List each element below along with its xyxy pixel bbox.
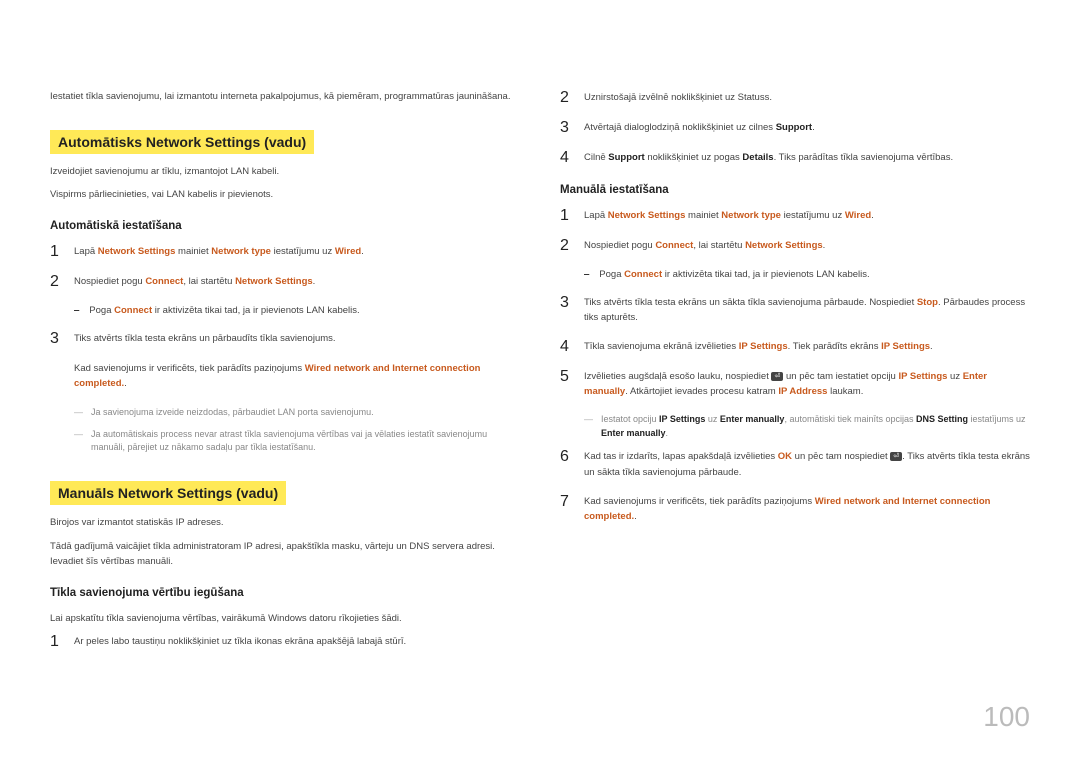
get-values-desc: Lai apskatītu tīkla savienojuma vērtības… bbox=[50, 611, 520, 626]
manual-steps-list-cont2: 6 Kad tas ir izdarīts, lapas apakšdaļā i… bbox=[560, 449, 1030, 524]
heading-auto: Automātisks Network Settings (vadu) bbox=[50, 130, 314, 154]
step-number: 1 bbox=[560, 208, 572, 224]
manual-steps-list: 1 Lapā Network Settings mainiet Network … bbox=[560, 208, 1030, 254]
step-body: Lapā Network Settings mainiet Network ty… bbox=[74, 244, 520, 259]
step-body: Nospiediet pogu Connect, lai startētu Ne… bbox=[74, 274, 520, 289]
step-number: 4 bbox=[560, 150, 572, 166]
step-body: Tiks atvērts tīkla testa ekrāns un pārba… bbox=[74, 331, 520, 392]
step-number: 2 bbox=[560, 238, 572, 254]
step-number: 3 bbox=[560, 295, 572, 311]
heading-manual: Manuāls Network Settings (vadu) bbox=[50, 481, 286, 505]
intro-text: Iestatiet tīkla savienojumu, lai izmanto… bbox=[50, 90, 520, 105]
right-column: 2 Uznirstošajā izvēlnē noklikšķiniet uz … bbox=[560, 90, 1030, 664]
step-number: 5 bbox=[560, 369, 572, 385]
step-body: Tiks atvērts tīkla testa ekrāns un sākta… bbox=[584, 295, 1030, 325]
step-number: 2 bbox=[560, 90, 572, 106]
auto-desc-1: Izveidojiet savienojumu ar tīklu, izmant… bbox=[50, 164, 520, 179]
step-body: Ar peles labo taustiņu noklikšķiniet uz … bbox=[74, 634, 520, 649]
auto-steps-list: 1 Lapā Network Settings mainiet Network … bbox=[50, 244, 520, 290]
step-number: 1 bbox=[50, 634, 62, 650]
step-body: Lapā Network Settings mainiet Network ty… bbox=[584, 208, 1030, 223]
step-body: Kad tas ir izdarīts, lapas apakšdaļā izv… bbox=[584, 449, 1030, 479]
get-values-steps: 1 Ar peles labo taustiņu noklikšķiniet u… bbox=[50, 634, 520, 650]
footnote: ―Ja savienojuma izveide neizdodas, pārba… bbox=[74, 406, 520, 420]
step-body: Uznirstošajā izvēlnē noklikšķiniet uz St… bbox=[584, 90, 1030, 105]
auto-steps-list-cont: 3 Tiks atvērts tīkla testa ekrāns un pār… bbox=[50, 331, 520, 392]
manual-desc-2: Tādā gadījumā vaicājiet tīkla administra… bbox=[50, 539, 520, 569]
get-values-steps-cont: 2 Uznirstošajā izvēlnē noklikšķiniet uz … bbox=[560, 90, 1030, 166]
step-number: 3 bbox=[560, 120, 572, 136]
step-number: 7 bbox=[560, 494, 572, 510]
enter-key-icon: ⏎ bbox=[890, 452, 902, 461]
manual-desc-1: Birojos var izmantot statiskās IP adrese… bbox=[50, 515, 520, 530]
step-number: 3 bbox=[50, 331, 62, 347]
step-body: Cilnē Support noklikšķiniet uz pogas Det… bbox=[584, 150, 1030, 165]
left-column: Iestatiet tīkla savienojumu, lai izmanto… bbox=[50, 90, 520, 664]
step-body: Izvēlieties augšdaļā esošo lauku, nospie… bbox=[584, 369, 1030, 399]
step-number: 6 bbox=[560, 449, 572, 465]
step-number: 4 bbox=[560, 339, 572, 355]
subhead-auto-setup: Automātiskā iestatīšana bbox=[50, 220, 520, 232]
step-number: 1 bbox=[50, 244, 62, 260]
step-number: 2 bbox=[50, 274, 62, 290]
step-body: Nospiediet pogu Connect, lai startētu Ne… bbox=[584, 238, 1030, 253]
page-number: 100 bbox=[983, 701, 1030, 733]
auto-desc-2: Vispirms pārliecinieties, vai LAN kabeli… bbox=[50, 187, 520, 202]
enter-key-icon: ⏎ bbox=[771, 372, 783, 381]
footnote: ―Ja automātiskais process nevar atrast t… bbox=[74, 428, 520, 456]
sub-note: ‒ Poga Connect ir aktivizēta tikai tad, … bbox=[74, 304, 520, 319]
manual-steps-list-cont: 3 Tiks atvērts tīkla testa ekrāns un sāk… bbox=[560, 295, 1030, 400]
subhead-manual-setup: Manuālā iestatīšana bbox=[560, 184, 1030, 196]
footnote: ― Iestatot opciju IP Settings uz Enter m… bbox=[584, 413, 1030, 441]
subhead-get-values: Tīkla savienojuma vērtību iegūšana bbox=[50, 587, 520, 599]
sub-note: ‒ Poga Connect ir aktivizēta tikai tad, … bbox=[584, 268, 1030, 283]
step-body: Kad savienojums ir verificēts, tiek parā… bbox=[584, 494, 1030, 524]
step-body: Tīkla savienojuma ekrānā izvēlieties IP … bbox=[584, 339, 1030, 354]
step-body: Atvērtajā dialoglodziņā noklikšķiniet uz… bbox=[584, 120, 1030, 135]
